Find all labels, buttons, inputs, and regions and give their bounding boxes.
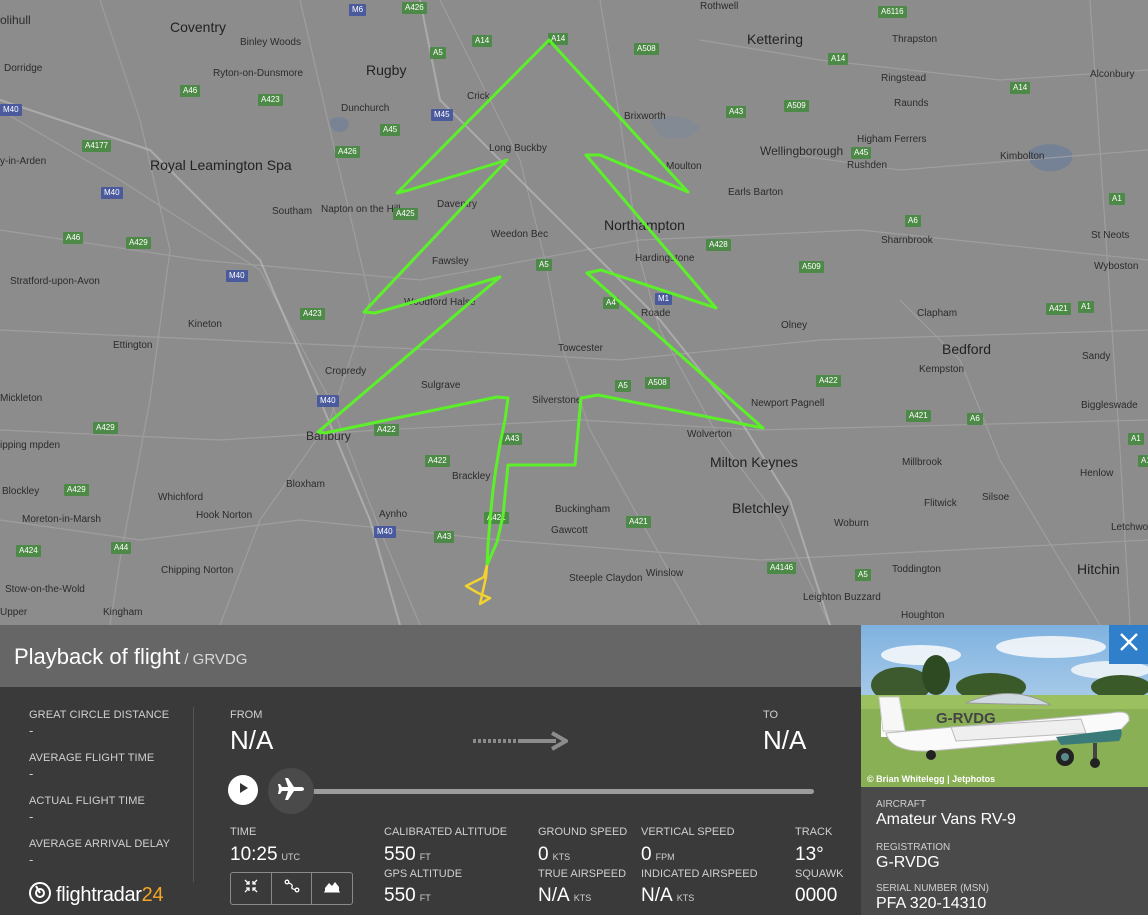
average-arrival-delay-label: AVERAGE ARRIVAL DELAY bbox=[29, 838, 171, 850]
timeline-handle[interactable] bbox=[268, 768, 314, 814]
altitude-chart-button[interactable] bbox=[312, 873, 352, 904]
close-icon bbox=[1119, 632, 1139, 657]
playback-title: Playback of flight / GRVDG bbox=[14, 644, 247, 670]
flight-track-green bbox=[316, 38, 765, 566]
from-code: N/A bbox=[230, 725, 274, 755]
to-code: N/A bbox=[763, 725, 807, 755]
actual-flight-time-label: ACTUAL FLIGHT TIME bbox=[29, 795, 145, 807]
registration-label: REGISTRATION bbox=[876, 842, 951, 853]
serial-number-value: PFA 320-14310 bbox=[876, 895, 987, 912]
squawk-value: 0000 bbox=[795, 885, 838, 906]
flightradar24-logo: flightradar24 bbox=[28, 881, 164, 910]
photo-registration-text: G-RVDG bbox=[936, 710, 996, 727]
radar-logo-icon bbox=[28, 881, 52, 910]
squawk-label: SQUAWK bbox=[795, 868, 844, 880]
time-label: TIME bbox=[230, 826, 257, 838]
vertical-speed-value: 0 FPM bbox=[641, 844, 675, 866]
gps-altitude-unit: FT bbox=[419, 893, 431, 903]
flight-track-yellow bbox=[464, 564, 492, 606]
time-value: 10:25 UTC bbox=[230, 844, 300, 866]
aircraft-info-panel: AIRCRAFT Amateur Vans RV-9 REGISTRATION … bbox=[861, 787, 1148, 915]
route-button[interactable] bbox=[272, 873, 313, 904]
time-text: 10:25 bbox=[230, 844, 278, 865]
from-label: FROM bbox=[230, 709, 263, 721]
close-button[interactable] bbox=[1109, 625, 1148, 664]
great-circle-distance-value: - bbox=[29, 723, 34, 738]
indicated-airspeed-label: INDICATED AIRSPEED bbox=[641, 868, 758, 880]
vertical-speed-text: 0 bbox=[641, 844, 652, 865]
registration-value: G-RVDG bbox=[876, 854, 940, 871]
vertical-speed-label: VERTICAL SPEED bbox=[641, 826, 735, 838]
flight-playback-panel: Playback of flight / GRVDG GREAT CIRCLE D… bbox=[0, 625, 861, 915]
logo-number: 24 bbox=[141, 884, 164, 906]
photo-credit: © Brian Whitelegg | Jetphotos bbox=[867, 774, 996, 784]
flight-track bbox=[316, 38, 765, 606]
true-airspeed-unit: KTS bbox=[573, 893, 592, 903]
zoom-fit-button[interactable] bbox=[231, 873, 272, 904]
indicated-airspeed-text: N/A bbox=[641, 885, 673, 906]
gps-altitude-label: GPS ALTITUDE bbox=[384, 868, 463, 880]
calibrated-altitude-unit: FT bbox=[419, 852, 431, 862]
route-icon bbox=[284, 878, 300, 899]
true-airspeed-label: TRUE AIRSPEED bbox=[538, 868, 627, 880]
ground-speed-unit: KTS bbox=[552, 852, 571, 862]
playback-title-text: Playback of flight bbox=[14, 644, 181, 669]
track-value: 13° bbox=[795, 844, 824, 865]
play-button[interactable] bbox=[228, 775, 258, 805]
play-icon bbox=[237, 781, 249, 799]
average-arrival-delay-value: - bbox=[29, 852, 34, 867]
ground-speed-label: GROUND SPEED bbox=[538, 826, 628, 838]
true-airspeed-value: N/A KTS bbox=[538, 885, 591, 907]
gps-altitude-text: 550 bbox=[384, 885, 416, 906]
map-view[interactable]: olihull Coventry Binley Woods Dorridge Ryton… bbox=[0, 0, 1148, 625]
zoom-fit-icon bbox=[243, 878, 259, 899]
playback-timeline[interactable] bbox=[295, 789, 814, 794]
aircraft-photo[interactable]: G-RVDG © Brian Whitelegg | Jetphotos bbox=[861, 625, 1148, 787]
great-circle-distance-label: GREAT CIRCLE DISTANCE bbox=[29, 709, 170, 721]
logo-word: flightradar bbox=[56, 884, 142, 906]
track-label: TRACK bbox=[795, 826, 833, 838]
arrow-right-icon bbox=[472, 731, 571, 756]
airplane-icon bbox=[276, 774, 306, 809]
vertical-speed-unit: FPM bbox=[655, 852, 675, 862]
indicated-airspeed-unit: KTS bbox=[676, 893, 695, 903]
altitude-chart-icon bbox=[324, 879, 341, 898]
actual-flight-time-value: - bbox=[29, 809, 34, 824]
playback-title-bar: Playback of flight / GRVDG bbox=[0, 625, 861, 687]
calibrated-altitude-text: 550 bbox=[384, 844, 416, 865]
panel-divider bbox=[193, 707, 194, 882]
indicated-airspeed-value: N/A KTS bbox=[641, 885, 694, 907]
map-controls bbox=[230, 872, 353, 905]
true-airspeed-text: N/A bbox=[538, 885, 570, 906]
aircraft-label: AIRCRAFT bbox=[876, 799, 926, 810]
serial-number-label: SERIAL NUMBER (MSN) bbox=[876, 883, 989, 894]
calibrated-altitude-label: CALIBRATED ALTITUDE bbox=[384, 826, 508, 838]
aircraft-value: Amateur Vans RV-9 bbox=[876, 811, 1016, 828]
to-label: TO bbox=[763, 709, 779, 721]
average-flight-time-label: AVERAGE FLIGHT TIME bbox=[29, 752, 155, 764]
ground-speed-text: 0 bbox=[538, 844, 549, 865]
gps-altitude-value: 550 FT bbox=[384, 885, 431, 907]
time-unit: UTC bbox=[281, 852, 301, 862]
logo-text: flightradar24 bbox=[56, 884, 164, 907]
calibrated-altitude-value: 550 FT bbox=[384, 844, 431, 866]
average-flight-time-value: - bbox=[29, 766, 34, 781]
callsign-label: / GRVDG bbox=[184, 651, 248, 668]
ground-speed-value: 0 KTS bbox=[538, 844, 570, 866]
